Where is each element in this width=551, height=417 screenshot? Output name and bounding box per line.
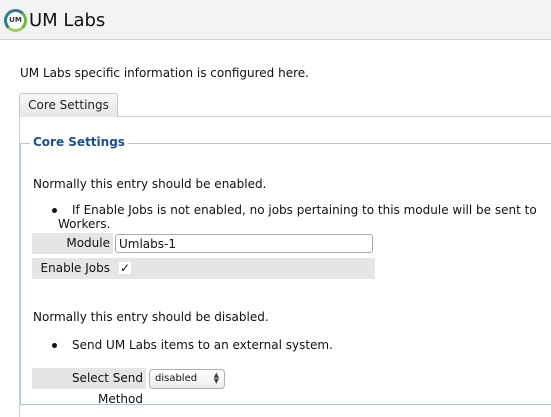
- section1-bullet: If Enable Jobs is not enabled, no jobs p…: [52, 203, 551, 231]
- module-name-input[interactable]: [115, 234, 373, 253]
- enable-jobs-label: Enable Jobs: [32, 258, 113, 279]
- page-title: UM Labs: [29, 10, 106, 31]
- up-down-chevron-icon: ▲ ▼: [213, 371, 219, 385]
- app-header: UM UM Labs: [0, 0, 551, 40]
- enable-jobs-checkbox[interactable]: ✓: [119, 262, 131, 274]
- intro-text: UM Labs specific information is configur…: [20, 66, 309, 80]
- module-name-label: Module name: [32, 233, 113, 271]
- tab-core-settings[interactable]: Core Settings: [19, 93, 118, 117]
- enable-jobs-cell: [113, 258, 375, 279]
- um-labs-logo-icon: UM: [4, 9, 27, 32]
- section1-note: Normally this entry should be enabled.: [33, 177, 267, 191]
- send-method-label: Select Send Method: [32, 368, 146, 406]
- send-method-select[interactable]: disabled ▲ ▼: [149, 369, 225, 389]
- send-method-value: disabled: [155, 373, 198, 384]
- section2-bullet: Send UM Labs items to an external system…: [52, 338, 333, 352]
- section2-note: Normally this entry should be disabled.: [33, 310, 269, 324]
- fieldset-legend: Core Settings: [30, 135, 128, 149]
